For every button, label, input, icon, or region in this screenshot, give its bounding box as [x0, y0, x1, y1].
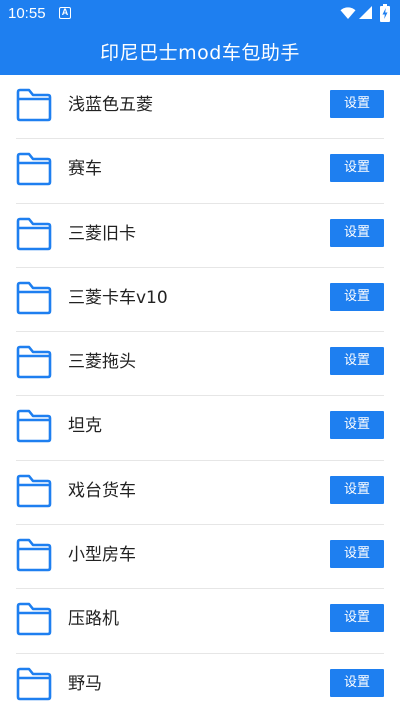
list-item[interactable]: 坦克 设置: [0, 396, 400, 462]
folder-icon: [15, 280, 53, 316]
list-item-label: 小型房车: [68, 545, 136, 566]
list-item-label: 野马: [68, 673, 102, 694]
list-item-label: 三菱卡车v10: [68, 287, 168, 308]
battery-charging-icon: [380, 4, 390, 22]
list-item-label: 三菱旧卡: [68, 223, 136, 244]
settings-button[interactable]: 设置: [330, 90, 384, 118]
status-time: 10:55: [8, 5, 46, 22]
settings-button[interactable]: 设置: [330, 540, 384, 569]
folder-icon: [15, 87, 53, 123]
settings-button[interactable]: 设置: [330, 154, 384, 183]
folder-icon: [15, 408, 53, 444]
status-bar: 10:55 A: [0, 0, 400, 28]
settings-button[interactable]: 设置: [330, 604, 384, 633]
list-item-label: 压路机: [68, 609, 119, 630]
app-notification-icon: A: [59, 7, 71, 19]
folder-icon: [15, 151, 53, 187]
folder-icon: [15, 216, 53, 252]
wifi-icon: [340, 7, 356, 19]
list-item[interactable]: 三菱卡车v10 设置: [0, 268, 400, 333]
list-item[interactable]: 浅蓝色五菱 设置: [0, 75, 400, 140]
list-item[interactable]: 三菱拖头 设置: [0, 332, 400, 397]
list-item-label: 坦克: [68, 416, 102, 437]
list-item[interactable]: 赛车 设置: [0, 139, 400, 204]
list-item-label: 戏台货车: [68, 480, 136, 501]
list-item[interactable]: 戏台货车 设置: [0, 461, 400, 526]
app-title-bar: 印尼巴士mod车包助手: [0, 28, 400, 75]
folder-icon: [15, 666, 53, 702]
folder-icon: [15, 537, 53, 573]
settings-button[interactable]: 设置: [330, 475, 384, 504]
settings-button[interactable]: 设置: [330, 282, 384, 311]
folder-icon: [15, 344, 53, 380]
list-item[interactable]: 三菱旧卡 设置: [0, 204, 400, 269]
settings-button[interactable]: 设置: [330, 218, 384, 247]
settings-button[interactable]: 设置: [330, 668, 384, 697]
settings-button[interactable]: 设置: [330, 411, 384, 440]
list-item[interactable]: 小型房车 设置: [0, 525, 400, 590]
list-item[interactable]: 野马 设置: [0, 654, 400, 718]
list-item-label: 浅蓝色五菱: [68, 95, 153, 115]
list-item-label: 三菱拖头: [68, 352, 136, 373]
settings-button[interactable]: 设置: [330, 347, 384, 376]
list-item-label: 赛车: [68, 159, 102, 180]
folder-icon: [15, 473, 53, 509]
folder-list: 浅蓝色五菱 设置 赛车 设置 三菱旧卡 设置 三菱卡车v10 设置 三菱拖头 设置 坦克 设置 戏台货车…: [0, 75, 400, 718]
page-title: 印尼巴士mod车包助手: [100, 42, 300, 64]
cell-signal-icon: [359, 6, 372, 19]
folder-icon: [15, 601, 53, 637]
list-item[interactable]: 压路机 设置: [0, 589, 400, 654]
